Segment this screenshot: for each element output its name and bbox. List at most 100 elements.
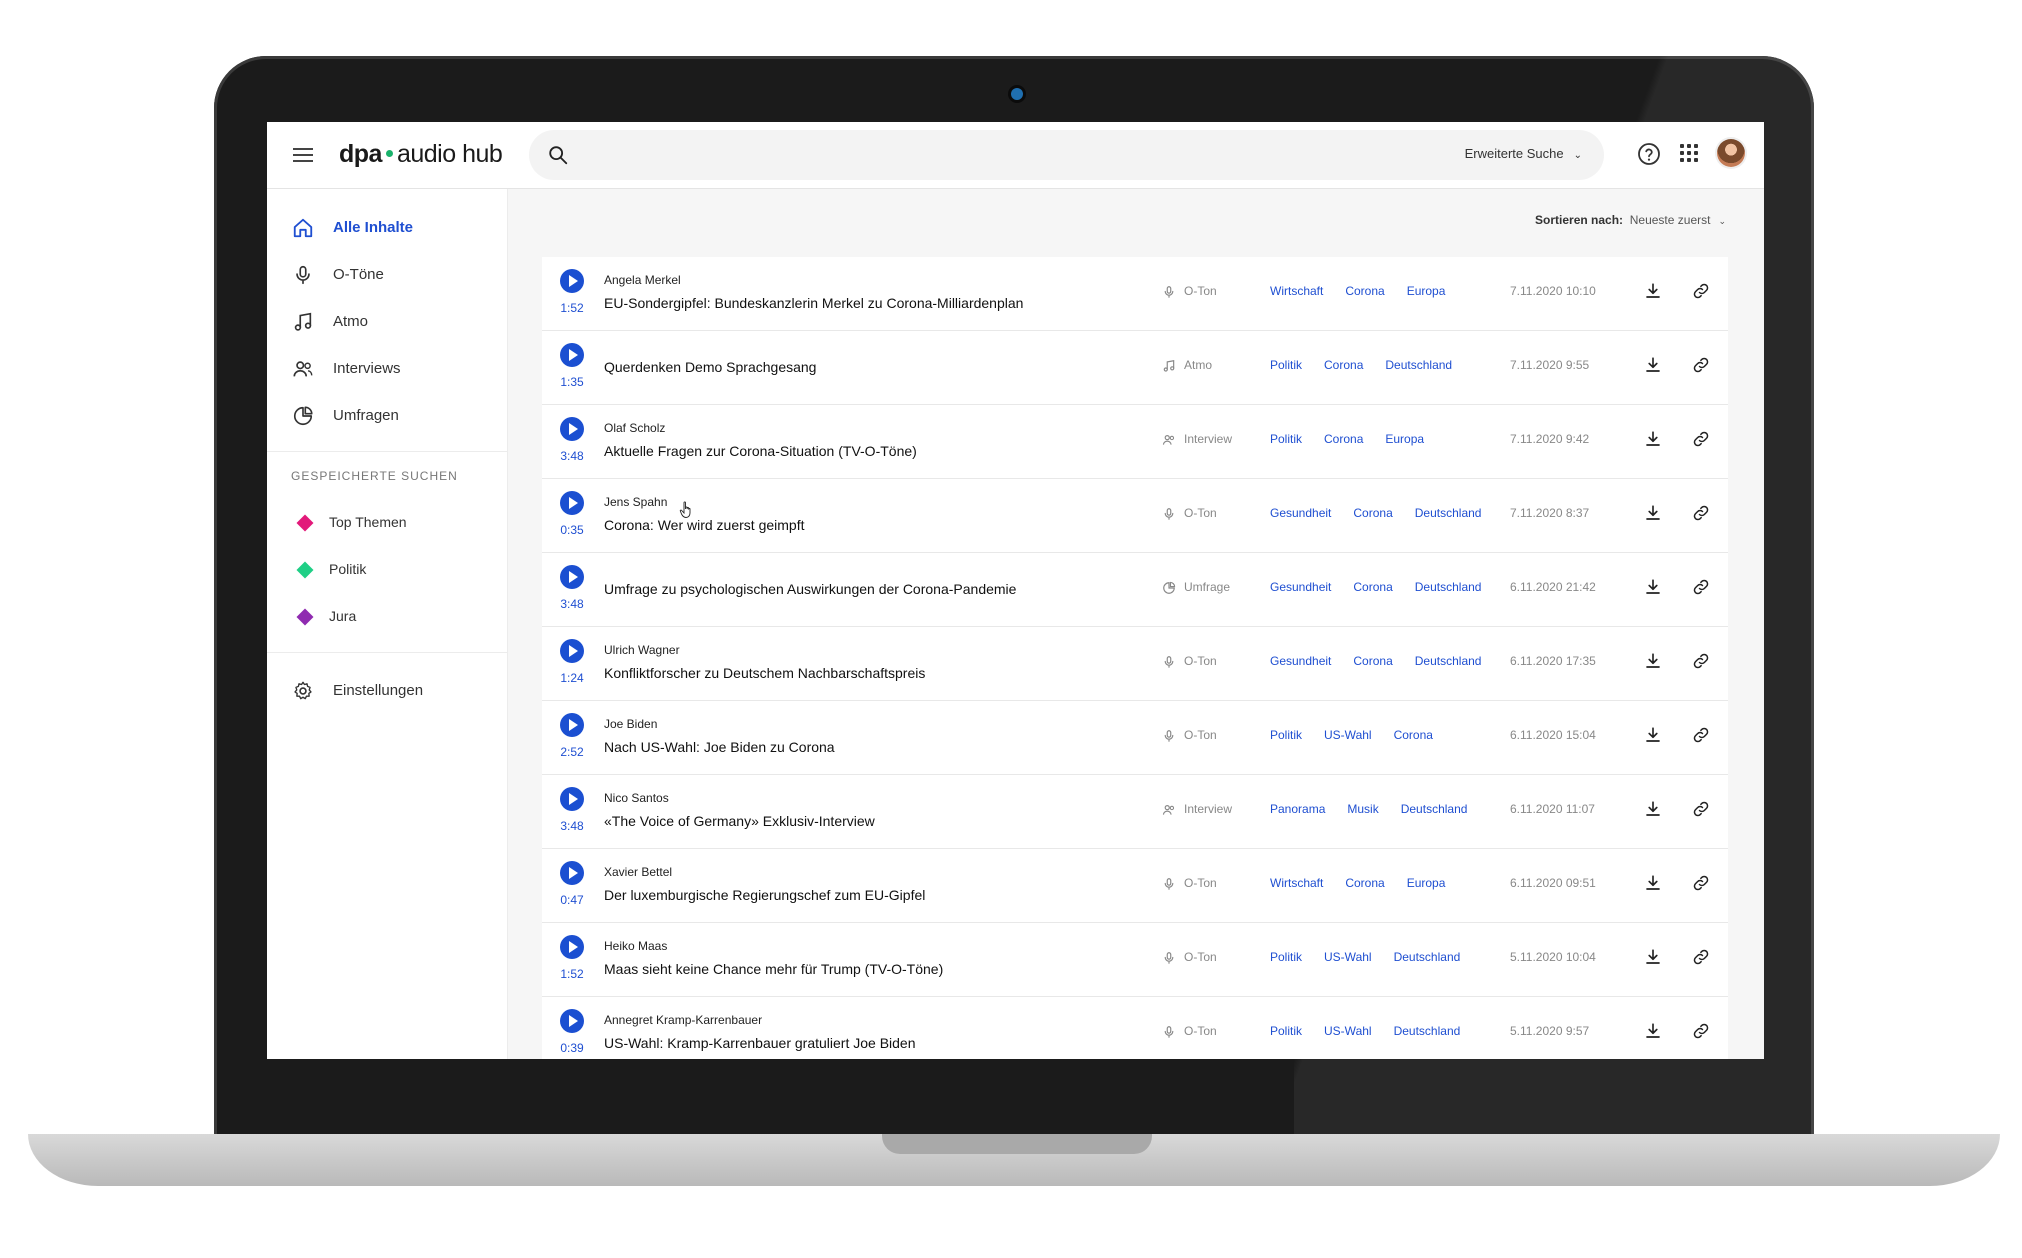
tag-link[interactable]: Deutschland xyxy=(1401,802,1468,816)
download-icon[interactable] xyxy=(1644,1022,1662,1040)
tag-link[interactable]: Wirtschaft xyxy=(1270,876,1323,890)
tag-link[interactable]: US-Wahl xyxy=(1324,1024,1372,1038)
play-button[interactable] xyxy=(560,491,584,515)
tag-link[interactable]: Politik xyxy=(1270,950,1302,964)
tag-link[interactable]: Deutschland xyxy=(1394,1024,1461,1038)
play-button[interactable] xyxy=(560,861,584,885)
table-row[interactable]: 3:48 Olaf Scholz Aktuelle Fragen zur Cor… xyxy=(542,405,1728,479)
link-icon[interactable] xyxy=(1692,1022,1710,1040)
item-title[interactable]: Konfliktforscher zu Deutschem Nachbarsch… xyxy=(604,665,925,681)
link-icon[interactable] xyxy=(1692,800,1710,818)
download-icon[interactable] xyxy=(1644,800,1662,818)
link-icon[interactable] xyxy=(1692,504,1710,522)
saved-search-politik[interactable]: Politik xyxy=(267,552,507,588)
table-row[interactable]: 1:35 Querdenken Demo Sprachgesang Atmo P… xyxy=(542,331,1728,405)
tag-link[interactable]: Corona xyxy=(1345,876,1384,890)
tag-link[interactable]: Corona xyxy=(1353,580,1392,594)
speaker-name[interactable]: Xavier Bettel xyxy=(604,865,672,879)
table-row[interactable]: 0:35 Jens Spahn Corona: Wer wird zuerst … xyxy=(542,479,1728,553)
tag-link[interactable]: Wirtschaft xyxy=(1270,284,1323,298)
download-icon[interactable] xyxy=(1644,652,1662,670)
speaker-name[interactable]: Olaf Scholz xyxy=(604,421,665,435)
tag-link[interactable]: Musik xyxy=(1347,802,1378,816)
tag-link[interactable]: Deutschland xyxy=(1415,654,1482,668)
apps-grid-icon[interactable] xyxy=(1680,144,1698,162)
advanced-search-dropdown[interactable]: Erweiterte Suche ⌄ xyxy=(1465,146,1582,161)
download-icon[interactable] xyxy=(1644,504,1662,522)
sort-dropdown[interactable]: Sortieren nach: Neueste zuerst ⌄ xyxy=(1535,213,1726,227)
table-row[interactable]: 1:24 Ulrich Wagner Konfliktforscher zu D… xyxy=(542,627,1728,701)
play-button[interactable] xyxy=(560,343,584,367)
download-icon[interactable] xyxy=(1644,282,1662,300)
link-icon[interactable] xyxy=(1692,430,1710,448)
tag-link[interactable]: Panorama xyxy=(1270,802,1325,816)
tag-link[interactable]: Europa xyxy=(1385,432,1424,446)
tag-link[interactable]: US-Wahl xyxy=(1324,728,1372,742)
speaker-name[interactable]: Jens Spahn xyxy=(604,495,667,509)
item-title[interactable]: Maas sieht keine Chance mehr für Trump (… xyxy=(604,961,943,977)
link-icon[interactable] xyxy=(1692,652,1710,670)
tag-link[interactable]: Politik xyxy=(1270,1024,1302,1038)
item-title[interactable]: Umfrage zu psychologischen Auswirkungen … xyxy=(604,581,1016,597)
tag-link[interactable]: Europa xyxy=(1407,876,1446,890)
item-title[interactable]: «The Voice of Germany» Exklusiv-Intervie… xyxy=(604,813,875,829)
download-icon[interactable] xyxy=(1644,430,1662,448)
play-button[interactable] xyxy=(560,787,584,811)
table-row[interactable]: 0:47 Xavier Bettel Der luxemburgische Re… xyxy=(542,849,1728,923)
play-button[interactable] xyxy=(560,565,584,589)
link-icon[interactable] xyxy=(1692,948,1710,966)
tag-link[interactable]: Deutschland xyxy=(1415,580,1482,594)
sidebar-item-umfragen[interactable]: Umfragen xyxy=(267,396,507,436)
download-icon[interactable] xyxy=(1644,578,1662,596)
play-button[interactable] xyxy=(560,639,584,663)
tag-link[interactable]: Politik xyxy=(1270,358,1302,372)
link-icon[interactable] xyxy=(1692,726,1710,744)
app-logo[interactable]: dpa audio hub xyxy=(339,140,503,169)
table-row[interactable]: 2:52 Joe Biden Nach US-Wahl: Joe Biden z… xyxy=(542,701,1728,775)
play-button[interactable] xyxy=(560,1009,584,1033)
search-input[interactable] xyxy=(585,140,1389,172)
item-title[interactable]: Querdenken Demo Sprachgesang xyxy=(604,359,816,375)
item-title[interactable]: Corona: Wer wird zuerst geimpft xyxy=(604,517,804,533)
link-icon[interactable] xyxy=(1692,578,1710,596)
play-button[interactable] xyxy=(560,269,584,293)
tag-link[interactable]: Corona xyxy=(1345,284,1384,298)
tag-link[interactable]: Gesundheit xyxy=(1270,654,1331,668)
table-row[interactable]: 3:48 Nico Santos «The Voice of Germany» … xyxy=(542,775,1728,849)
download-icon[interactable] xyxy=(1644,356,1662,374)
link-icon[interactable] xyxy=(1692,356,1710,374)
tag-link[interactable]: Gesundheit xyxy=(1270,506,1331,520)
table-row[interactable]: 3:48 Umfrage zu psychologischen Auswirku… xyxy=(542,553,1728,627)
sidebar-item-atmo[interactable]: Atmo xyxy=(267,302,507,342)
link-icon[interactable] xyxy=(1692,282,1710,300)
tag-link[interactable]: Gesundheit xyxy=(1270,580,1331,594)
help-icon[interactable] xyxy=(1637,142,1661,166)
download-icon[interactable] xyxy=(1644,726,1662,744)
search-icon[interactable] xyxy=(547,144,569,166)
play-button[interactable] xyxy=(560,935,584,959)
item-title[interactable]: Nach US-Wahl: Joe Biden zu Corona xyxy=(604,739,835,755)
tag-link[interactable]: Corona xyxy=(1353,506,1392,520)
tag-link[interactable]: Europa xyxy=(1407,284,1446,298)
saved-search-jura[interactable]: Jura xyxy=(267,599,507,635)
table-row[interactable]: 0:39 Annegret Kramp-Karrenbauer US-Wahl:… xyxy=(542,997,1728,1059)
avatar[interactable] xyxy=(1717,139,1745,167)
tag-link[interactable]: Corona xyxy=(1353,654,1392,668)
link-icon[interactable] xyxy=(1692,874,1710,892)
tag-link[interactable]: Politik xyxy=(1270,432,1302,446)
table-row[interactable]: 1:52 Angela Merkel EU-Sondergipfel: Bund… xyxy=(542,257,1728,331)
speaker-name[interactable]: Annegret Kramp-Karrenbauer xyxy=(604,1013,762,1027)
tag-link[interactable]: Deutschland xyxy=(1415,506,1482,520)
hamburger-menu-icon[interactable] xyxy=(293,148,313,162)
saved-search-top-themen[interactable]: Top Themen xyxy=(267,505,507,541)
tag-link[interactable]: Deutschland xyxy=(1385,358,1452,372)
speaker-name[interactable]: Ulrich Wagner xyxy=(604,643,680,657)
speaker-name[interactable]: Heiko Maas xyxy=(604,939,667,953)
tag-link[interactable]: Deutschland xyxy=(1394,950,1461,964)
tag-link[interactable]: Corona xyxy=(1324,432,1363,446)
speaker-name[interactable]: Nico Santos xyxy=(604,791,669,805)
play-button[interactable] xyxy=(560,417,584,441)
tag-link[interactable]: US-Wahl xyxy=(1324,950,1372,964)
sidebar-item-einstellungen[interactable]: Einstellungen xyxy=(267,671,507,711)
play-button[interactable] xyxy=(560,713,584,737)
